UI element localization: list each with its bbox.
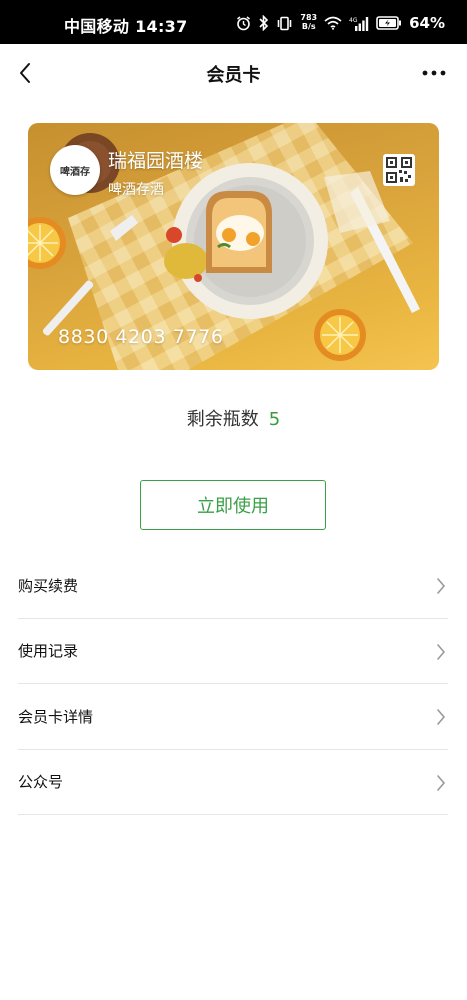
menu-item-label: 使用记录 <box>18 642 79 661</box>
menu-item-label: 公众号 <box>18 773 64 792</box>
chevron-right-icon <box>437 578 446 594</box>
card-number: 8830 4203 7776 <box>58 326 224 348</box>
chevron-right-icon <box>437 774 446 791</box>
alarm-icon <box>237 15 251 30</box>
use-now-button[interactable]: 立即使用 <box>140 480 326 530</box>
nav-bar: 会员卡 <box>0 44 467 102</box>
menu-item-official-account[interactable]: 公众号 <box>18 750 448 815</box>
net-speed: 783 B/s <box>300 14 317 32</box>
status-carrier-time: 中国移动 14:37 <box>64 13 188 37</box>
card-type: 啤酒存酒 <box>108 182 164 198</box>
menu-item-renew[interactable]: 购买续费 <box>18 553 448 619</box>
vibrate-icon <box>278 16 292 30</box>
menu-list: 购买续费 使用记录 会员卡详情 公众号 <box>18 553 448 815</box>
network-type-label: 4G <box>349 17 358 24</box>
wifi-icon <box>324 16 342 30</box>
more-dots-icon <box>422 70 446 76</box>
more-options-button[interactable] <box>417 58 451 88</box>
merchant-logo: 啤酒存 <box>50 145 100 195</box>
merchant-name: 瑞福园酒楼 <box>108 150 204 172</box>
remaining-label: 剩余瓶数 <box>186 409 259 430</box>
remaining-value: 5 <box>268 409 281 430</box>
merchant-logo-text: 啤酒存 <box>60 166 90 178</box>
qr-code-button[interactable] <box>383 154 415 186</box>
chevron-right-icon <box>437 643 446 660</box>
bluetooth-icon <box>259 15 269 31</box>
clock-time: 14:37 <box>135 17 188 36</box>
menu-item-card-details[interactable]: 会员卡详情 <box>18 684 448 750</box>
status-icons: 783 B/s 4G 64% <box>236 12 445 34</box>
menu-item-label: 购买续费 <box>18 576 79 595</box>
menu-item-label: 会员卡详情 <box>18 707 94 726</box>
net-speed-unit: B/s <box>301 22 316 31</box>
qr-code-icon <box>386 157 412 183</box>
status-bar: 中国移动 14:37 783 B/s 4G 64% <box>0 0 467 44</box>
member-card[interactable]: 啤酒存 瑞福园酒楼 啤酒存酒 8830 4203 7776 <box>28 123 439 370</box>
chevron-right-icon <box>437 709 446 725</box>
battery-percent: 64% <box>409 14 445 32</box>
cellular-signal-icon: 4G <box>349 16 369 31</box>
menu-item-usage-history[interactable]: 使用记录 <box>18 619 448 684</box>
battery-icon <box>376 16 402 30</box>
page-title: 会员卡 <box>206 65 261 86</box>
carrier-name: 中国移动 <box>64 17 130 36</box>
remaining-count: 剩余瓶数 5 <box>0 405 467 431</box>
